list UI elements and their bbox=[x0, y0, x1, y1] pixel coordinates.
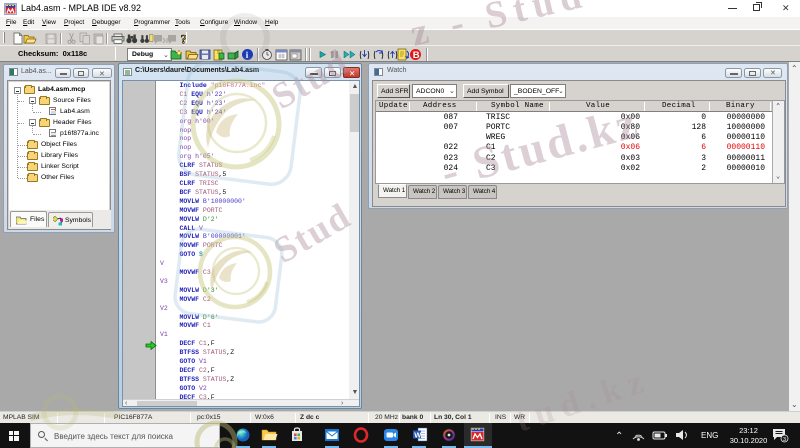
svg-text:3: 3 bbox=[783, 437, 786, 443]
svg-text:B: B bbox=[413, 50, 420, 61]
svg-text:W: W bbox=[414, 430, 422, 439]
